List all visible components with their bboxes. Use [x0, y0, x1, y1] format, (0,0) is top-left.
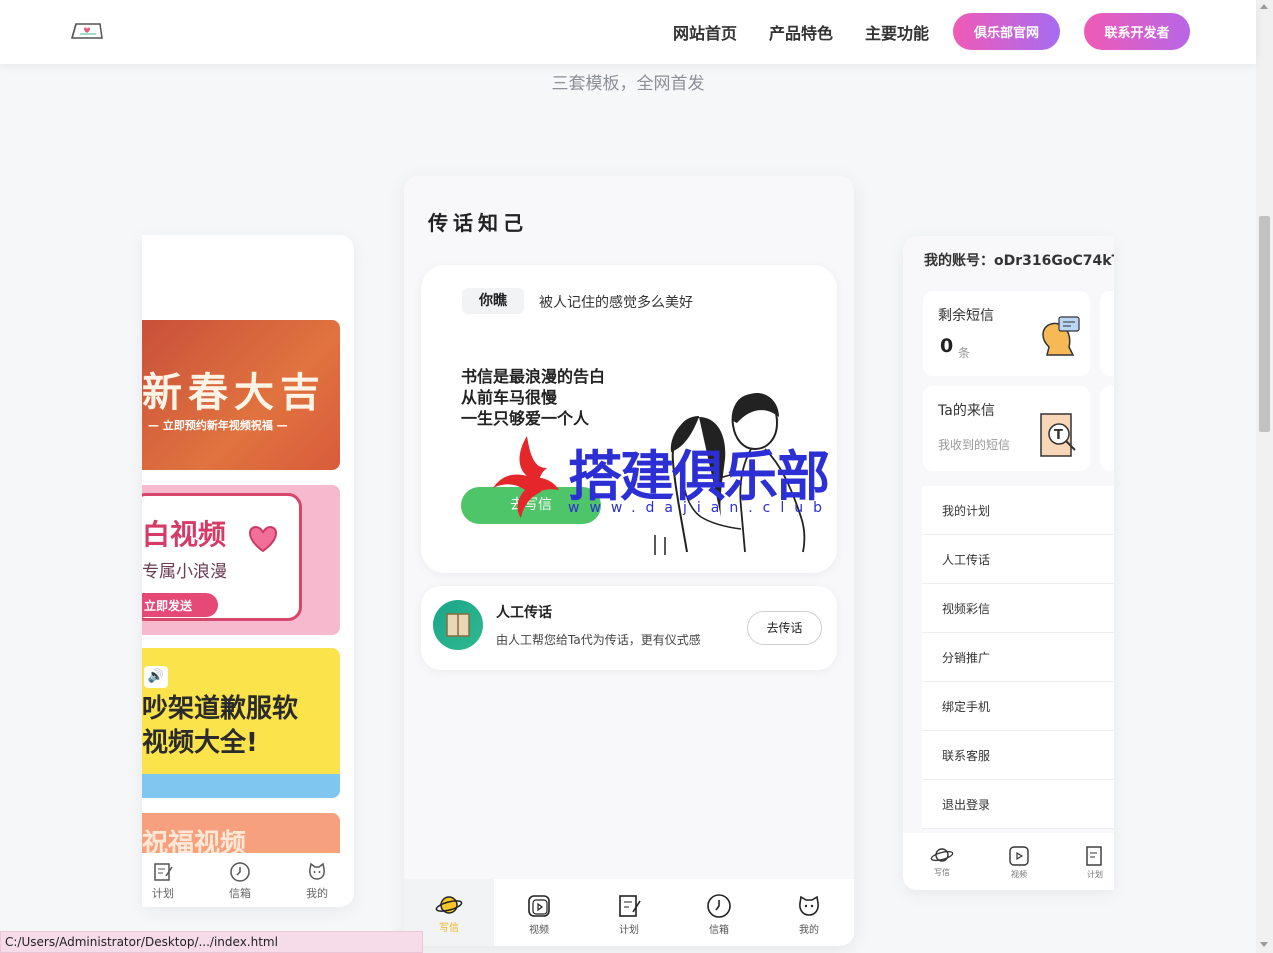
- card-stub: [1100, 386, 1114, 471]
- contact-developer-button[interactable]: 联系开发者: [1084, 13, 1190, 50]
- tab-plan[interactable]: 计划: [142, 861, 188, 901]
- tab-mailbox[interactable]: 信箱: [215, 861, 265, 901]
- sms-count: 0: [940, 335, 954, 357]
- hero-card: 你瞧 被人记住的感觉多么美好 书信是最浪漫的告白 从前车马很慢 一生只够爱一个人…: [421, 265, 837, 573]
- menu-bind-phone[interactable]: 绑定手机: [922, 682, 1114, 731]
- section-subtitle: 三套模板，全网首发: [551, 74, 705, 94]
- cat-icon: [309, 862, 325, 880]
- tab-mine[interactable]: 我的: [764, 879, 854, 946]
- banner-water: [142, 774, 340, 798]
- hero-poem: 书信是最浪漫的告白 从前车马很慢 一生只够爱一个人: [461, 367, 606, 428]
- heart-icon: [248, 525, 278, 553]
- nav-home[interactable]: 网站首页: [673, 20, 737, 44]
- scroll-down-icon[interactable]: [1260, 942, 1268, 947]
- center-tabbar: 写信 视频 计划 信箱 我的: [404, 879, 854, 946]
- menu-logout[interactable]: 退出登录: [922, 780, 1114, 829]
- manual-relay-card: 人工传话 由人工帮您给Ta代为传话，更有仪式感 去传话: [421, 586, 837, 670]
- logo-icon[interactable]: [70, 20, 104, 40]
- page-scrollbar[interactable]: [1256, 0, 1273, 953]
- club-site-button[interactable]: 俱乐部官网: [953, 13, 1060, 50]
- left-phone-preview: 新春大吉 — 立即预约新年视频祝福 — 白视频 专属小浪漫 立即发送 🔊 吵架道…: [142, 235, 354, 907]
- nav-functions[interactable]: 主要功能: [865, 20, 929, 44]
- menu-my-plans[interactable]: 我的计划: [922, 486, 1114, 535]
- tab-write[interactable]: 写信: [922, 845, 962, 878]
- account-id: oDr316GoC74kT: [994, 253, 1114, 269]
- banner-subtitle: — 立即预约新年视频祝福 —: [148, 419, 288, 432]
- relay-button[interactable]: 去传话: [747, 611, 822, 645]
- planet-icon: [930, 848, 954, 862]
- service-title: 人工传话: [496, 605, 552, 621]
- menu-video-mms[interactable]: 视频彩信: [922, 584, 1114, 633]
- tab-plan[interactable]: 计划: [584, 879, 674, 946]
- banner-title: 吵架道歉服软 视频大全!: [142, 694, 299, 758]
- menu-distribution[interactable]: 分销推广: [922, 633, 1114, 682]
- watermark-url: www.dajian.club: [568, 500, 833, 516]
- account-line: 我的账号：oDr316GoC74kT: [924, 250, 1114, 270]
- browser-status-bar: C:/Users/Administrator/Desktop/.../index…: [0, 931, 423, 953]
- clock-icon: [707, 894, 731, 918]
- nav-features[interactable]: 产品特色: [769, 20, 833, 44]
- hero-tag-text: 被人记住的感觉多么美好: [539, 295, 693, 311]
- top-navbar: 网站首页 产品特色 主要功能 俱乐部官网 联系开发者: [0, 0, 1256, 64]
- left-tabbar: 计划 信箱 我的: [142, 853, 354, 907]
- scroll-up-icon[interactable]: [1260, 4, 1268, 9]
- tab-video[interactable]: 视频: [999, 845, 1039, 880]
- hero-tag: 你瞧: [462, 288, 524, 314]
- banner-apology-video[interactable]: 🔊 吵架道歉服软 视频大全!: [142, 648, 340, 798]
- remaining-sms-card[interactable]: 剩余短信 0 条: [923, 291, 1090, 376]
- app-title: 传话知己: [428, 211, 528, 235]
- banner-subtitle: 专属小浪漫: [142, 562, 227, 582]
- menu-contact-support[interactable]: 联系客服: [922, 731, 1114, 780]
- plan-icon: [1086, 846, 1102, 866]
- incoming-letters-card[interactable]: Ta的来信 我收到的短信 T: [923, 386, 1090, 471]
- banner-new-year[interactable]: 新春大吉 — 立即预约新年视频祝福 —: [142, 320, 340, 470]
- center-phone-preview: 传话知己 你瞧 被人记住的感觉多么美好 书信是最浪漫的告白 从前车马很慢 一生只…: [404, 176, 854, 946]
- plan-icon: [619, 895, 641, 917]
- video-icon: [528, 895, 550, 917]
- banner-send-button: 立即发送: [142, 593, 218, 617]
- account-menu: 我的计划 人工传话 视频彩信 分销推广 绑定手机 联系客服 退出登录: [922, 486, 1114, 829]
- right-phone-preview: 我的账号：oDr316GoC74kT 剩余短信 0 条 Ta的来信 我收到的短信…: [903, 236, 1114, 890]
- right-tabbar: 写信 视频 计划: [903, 833, 1114, 890]
- banner-title: 新春大吉: [142, 369, 326, 416]
- clock-icon: [230, 862, 250, 882]
- cat-icon: [799, 895, 819, 916]
- tab-mine[interactable]: 我的: [292, 861, 342, 901]
- planet-icon: [435, 896, 463, 914]
- banner-confession-video[interactable]: 白视频 专属小浪漫 立即发送: [142, 485, 340, 635]
- speaker-icon: 🔊: [144, 666, 168, 688]
- card-stub: [1100, 291, 1114, 376]
- package-icon: [433, 600, 483, 650]
- plan-icon: [154, 863, 173, 881]
- menu-manual-relay[interactable]: 人工传话: [922, 535, 1114, 584]
- bell-icon: [1042, 316, 1080, 356]
- tab-video[interactable]: 视频: [494, 879, 584, 946]
- service-desc: 由人工帮您给Ta代为传话，更有仪式感: [496, 633, 701, 647]
- watermark-logo-icon: [493, 436, 559, 518]
- svg-text:T: T: [1054, 428, 1063, 443]
- banner-title: 白视频: [142, 518, 227, 551]
- letter-t-icon: T: [1040, 413, 1076, 457]
- tab-mailbox[interactable]: 信箱: [674, 879, 764, 946]
- tab-plan[interactable]: 计划: [1075, 845, 1114, 880]
- video-icon: [1009, 846, 1029, 866]
- scrollbar-thumb[interactable]: [1259, 216, 1270, 432]
